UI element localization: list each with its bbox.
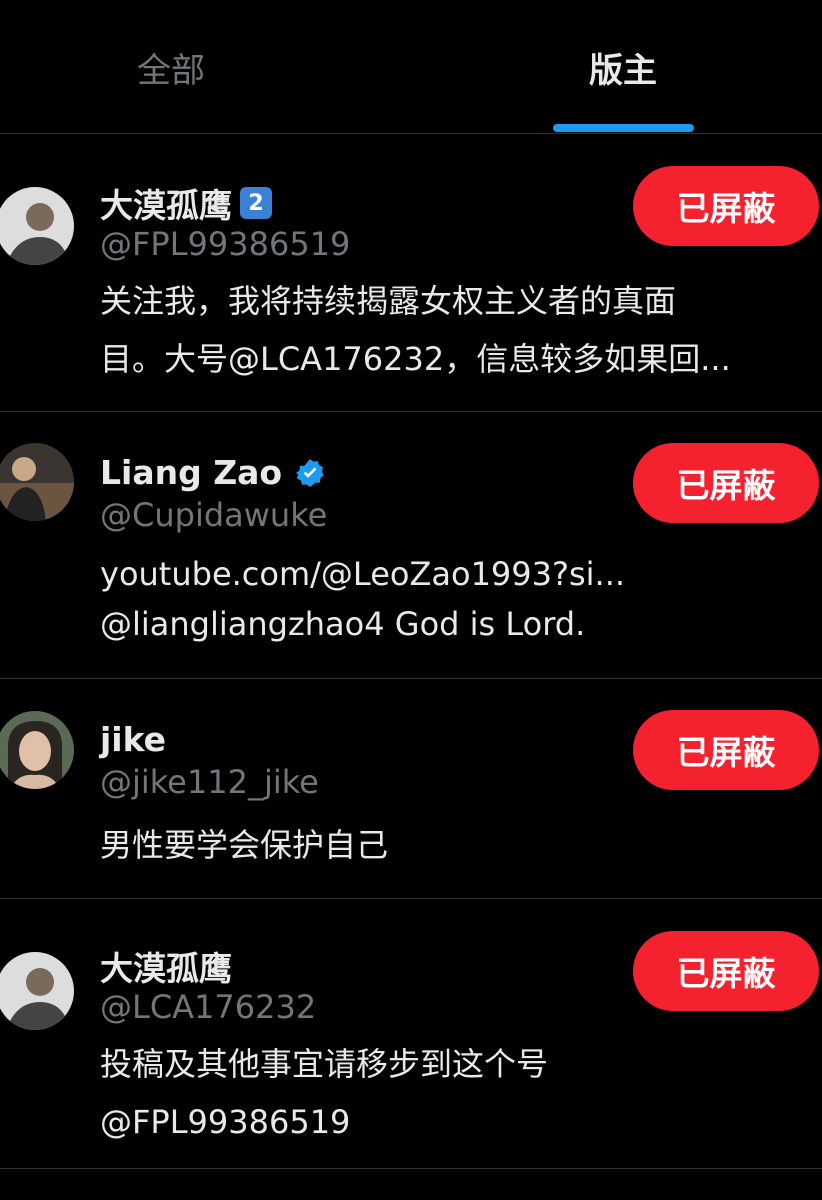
user-handle: @FPL99386519 xyxy=(100,225,351,263)
user-handle: @jike112_jike xyxy=(100,763,319,801)
blocked-button[interactable]: 已屏蔽 xyxy=(633,710,819,790)
user-handle: @LCA176232 xyxy=(100,988,317,1026)
blocked-button[interactable]: 已屏蔽 xyxy=(633,166,819,246)
avatar[interactable] xyxy=(0,443,74,521)
tab-all[interactable]: 全部 xyxy=(0,0,342,134)
list-item[interactable]: Liang Zao @Cupidawuke youtube.com/@LeoZa… xyxy=(0,413,822,679)
avatar[interactable] xyxy=(0,187,74,265)
verified-badge-icon xyxy=(294,457,326,489)
list-item[interactable]: 大漠孤鹰 2 @FPL99386519 关注我，我将持续揭露女权主义者的真面 目… xyxy=(0,135,822,412)
user-bio: 男性要学会保护自己 xyxy=(100,826,389,864)
tab-bar: 全部 版主 xyxy=(0,0,822,134)
number-badge: 2 xyxy=(240,187,272,219)
display-name: jike xyxy=(100,720,167,759)
list-item[interactable]: 大漠孤鹰 @LCA176232 投稿及其他事宜请移步到这个号 @FPL99386… xyxy=(0,900,822,1169)
tab-moderator[interactable]: 版主 xyxy=(482,0,764,134)
display-name: 大漠孤鹰 xyxy=(100,949,232,988)
avatar[interactable] xyxy=(0,952,74,1030)
avatar[interactable] xyxy=(0,711,74,789)
user-bio: 投稿及其他事宜请移步到这个号 @FPL99386519 xyxy=(100,1045,549,1141)
blocked-button[interactable]: 已屏蔽 xyxy=(633,443,819,523)
user-bio: 关注我，我将持续揭露女权主义者的真面 目。大号@LCA176232，信息较多如果… xyxy=(100,282,731,378)
list-item[interactable]: jike @jike112_jike 男性要学会保护自己 已屏蔽 xyxy=(0,680,822,899)
display-name: Liang Zao xyxy=(100,453,283,492)
blocked-button[interactable]: 已屏蔽 xyxy=(633,931,819,1011)
user-bio: youtube.com/@LeoZao1993?si... @lianglian… xyxy=(100,555,626,643)
display-name: 大漠孤鹰 xyxy=(100,186,232,225)
active-tab-indicator xyxy=(553,124,694,132)
user-handle: @Cupidawuke xyxy=(100,496,328,534)
